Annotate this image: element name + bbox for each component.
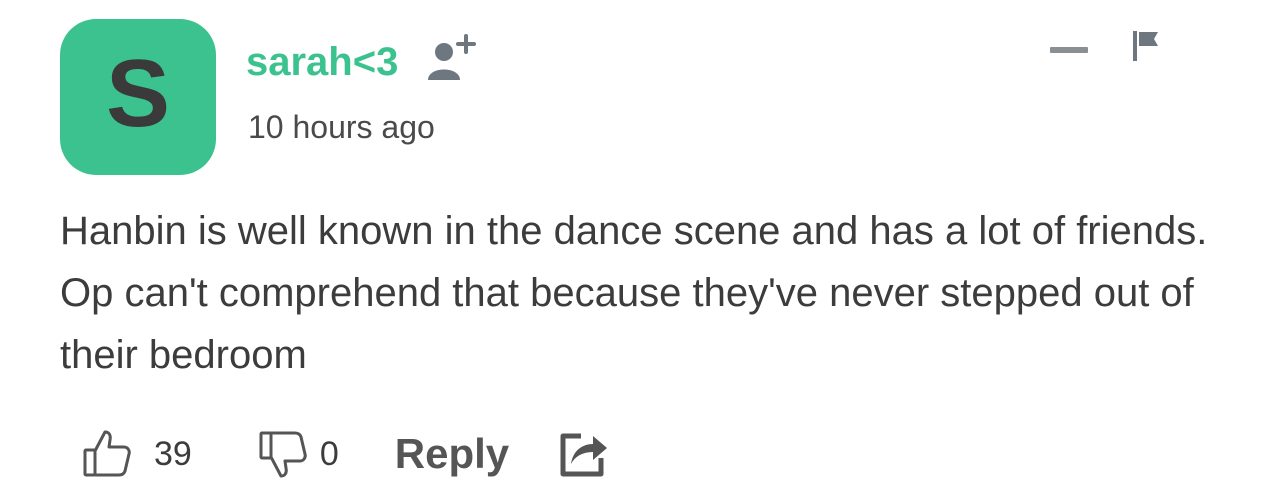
share-icon[interactable] (555, 426, 611, 482)
timestamp: 10 hours ago (248, 109, 435, 145)
comment-body: Hanbin is well known in the dance scene … (60, 209, 1208, 377)
thumbs-up-icon[interactable] (76, 424, 136, 484)
thumbs-down-icon[interactable] (252, 424, 312, 484)
reply-button[interactable]: Reply (395, 430, 509, 478)
username[interactable]: sarah<3 (246, 38, 398, 86)
avatar[interactable]: S (60, 19, 216, 175)
comment-actions: 39 0 Reply (76, 424, 611, 484)
minus-icon[interactable] (1048, 38, 1090, 60)
upvote-count: 39 (154, 435, 192, 473)
avatar-letter: S (105, 40, 171, 147)
flag-icon[interactable] (1128, 28, 1164, 64)
downvote-count: 0 (319, 435, 339, 473)
add-user-icon[interactable] (424, 30, 480, 82)
